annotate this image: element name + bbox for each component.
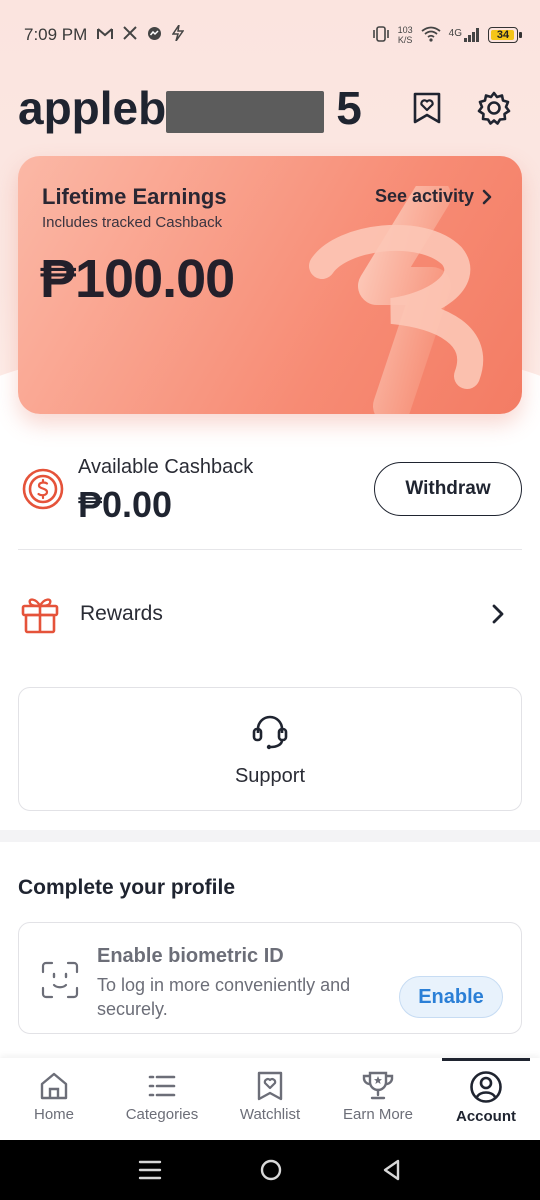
net-speed: 103 K/S	[398, 25, 413, 45]
biometric-card: Enable biometric ID To log in more conve…	[18, 922, 522, 1034]
nav-watchlist[interactable]: Watchlist	[216, 1058, 324, 1140]
support-label: Support	[234, 764, 306, 787]
available-cashback-label: Available Cashback	[78, 456, 254, 478]
status-right: 103 K/S 4G 34	[372, 25, 522, 45]
section-divider	[0, 830, 540, 842]
header-icons	[412, 90, 512, 126]
recent-apps-icon[interactable]	[138, 1159, 162, 1181]
signal-icon: 4G	[449, 28, 480, 42]
back-button-icon[interactable]	[380, 1158, 402, 1182]
categories-icon	[148, 1075, 176, 1097]
x-icon	[123, 26, 138, 44]
available-cashback-row: Available Cashback ₱0.00 Withdraw	[18, 450, 522, 550]
net-speed-unit: K/S	[397, 35, 413, 45]
rewards-label: Rewards	[80, 602, 163, 625]
support-card[interactable]: Support	[18, 687, 522, 811]
lifetime-earnings-card[interactable]: Lifetime Earnings Includes tracked Cashb…	[18, 156, 522, 414]
see-activity-label: See activity	[374, 186, 474, 206]
system-navigation-bar	[0, 1140, 540, 1200]
battery-icon: 34	[488, 27, 522, 43]
home-button-icon[interactable]	[259, 1158, 283, 1182]
nav-account-label: Account	[456, 1108, 516, 1125]
vibrate-icon	[372, 25, 390, 45]
redaction-block	[166, 91, 324, 133]
nav-home-label: Home	[33, 1106, 74, 1123]
gift-icon	[21, 598, 59, 634]
biometric-title: Enable biometric ID	[97, 945, 284, 967]
see-activity-link[interactable]: See activity	[375, 186, 492, 207]
nav-watchlist-label: Watchlist	[239, 1106, 301, 1123]
home-icon	[40, 1072, 68, 1100]
watchlist-icon	[257, 1071, 283, 1101]
nav-earn-more-label: Earn More	[342, 1106, 414, 1123]
status-left: 7:09 PM	[24, 24, 185, 45]
net-speed-value: 103	[397, 25, 413, 35]
wifi-icon	[421, 26, 441, 45]
coin-icon	[22, 468, 64, 510]
cashback-logo-graphic	[309, 186, 484, 414]
username: appleb 5	[18, 81, 362, 135]
complete-profile-title: Complete your profile	[18, 876, 236, 899]
nav-categories-label: Categories	[125, 1106, 199, 1123]
settings-icon[interactable]	[476, 90, 512, 126]
nav-categories[interactable]: Categories	[108, 1058, 216, 1140]
nav-account[interactable]: Account	[432, 1058, 540, 1140]
face-id-icon	[41, 961, 79, 999]
network-type: 4G	[448, 28, 462, 39]
earnings-amount: ₱100.00	[40, 249, 235, 309]
headset-icon	[252, 715, 288, 749]
bottom-navigation: Home Categories Watchlist Earn More Acco…	[0, 1058, 540, 1140]
gmail-icon	[97, 27, 114, 44]
withdraw-button[interactable]: Withdraw	[374, 462, 522, 516]
messenger-icon	[147, 26, 162, 45]
earnings-title: Lifetime Earnings	[42, 184, 227, 209]
nav-home[interactable]: Home	[0, 1058, 108, 1140]
enable-biometric-button[interactable]: Enable	[399, 976, 503, 1018]
rewards-row[interactable]: Rewards	[18, 580, 522, 648]
biometric-description: To log in more conveniently and securely…	[97, 975, 351, 1019]
available-cashback-amount: ₱0.00	[78, 484, 173, 525]
account-icon	[470, 1071, 502, 1103]
nav-earn-more[interactable]: Earn More	[324, 1058, 432, 1140]
lightning-icon	[171, 24, 185, 45]
status-time: 7:09 PM	[24, 25, 88, 44]
chevron-right-icon	[492, 604, 504, 624]
watchlist-icon[interactable]	[412, 92, 442, 124]
chevron-right-icon	[482, 189, 492, 204]
trophy-icon	[362, 1071, 394, 1100]
earnings-subtitle: Includes tracked Cashback	[42, 214, 223, 231]
battery-level: 34	[496, 29, 510, 41]
status-bar: 7:09 PM 103 K/S 4G 34	[24, 18, 522, 52]
account-header: appleb 5	[18, 78, 512, 138]
